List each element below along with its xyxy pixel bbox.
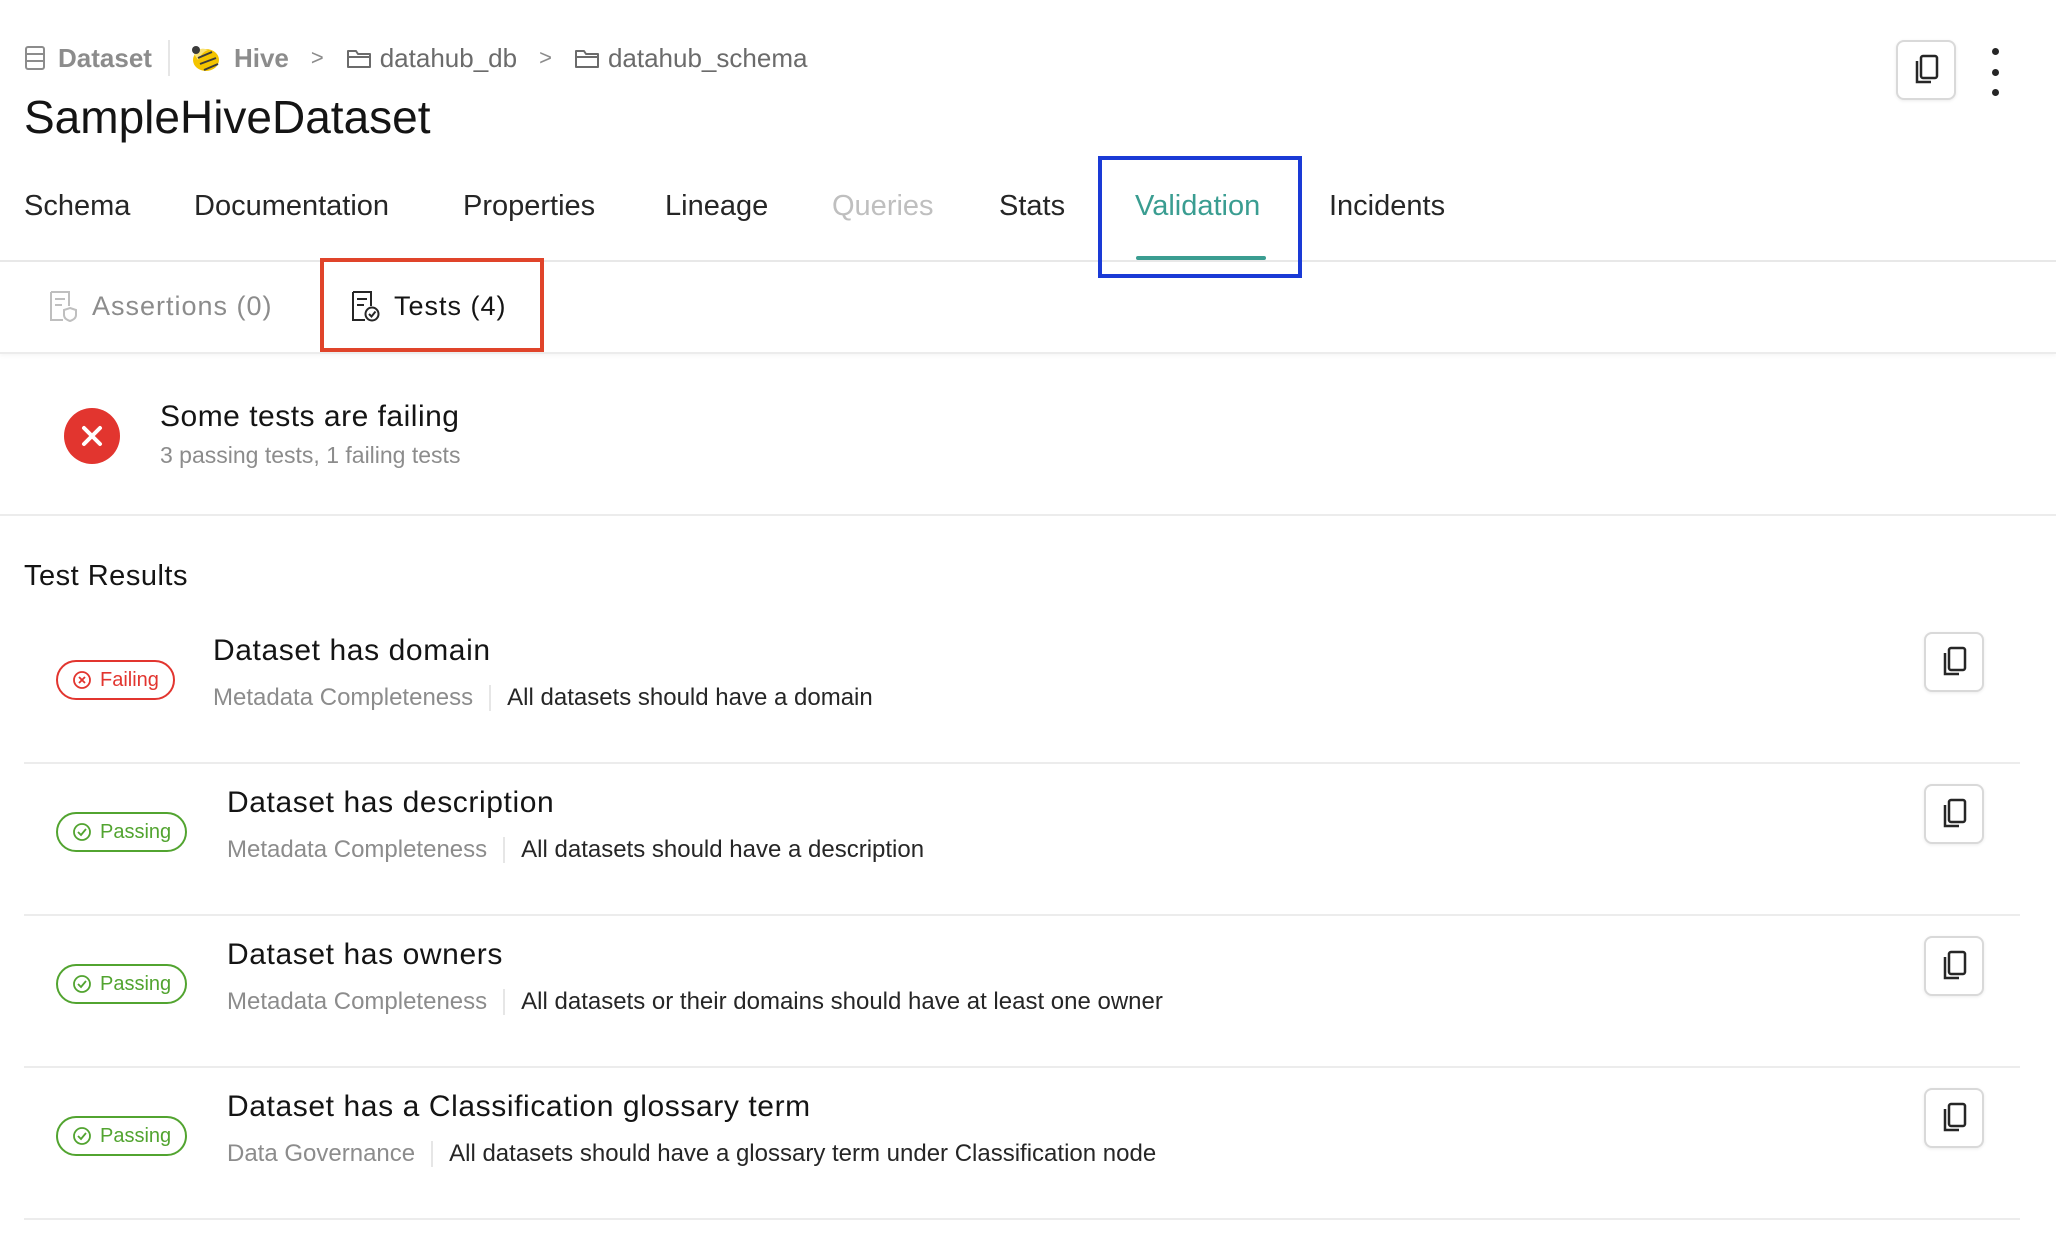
test-meta: Data Governance All datasets should have…: [227, 1140, 1156, 1168]
tests-subtab-highlight: [320, 258, 544, 352]
breadcrumb-divider: [167, 40, 170, 76]
meta-divider: [503, 989, 506, 1015]
summary-title: Some tests are failing: [160, 400, 460, 433]
kebab-menu-icon[interactable]: [1980, 48, 2010, 96]
tab-schema[interactable]: Schema: [24, 190, 130, 223]
table-row: Failing Dataset has domain Metadata Comp…: [24, 612, 2020, 764]
hive-logo-icon: [186, 40, 222, 76]
entity-tabs: Schema Documentation Properties Lineage …: [0, 150, 2056, 262]
test-description: All datasets should have a description: [521, 836, 925, 863]
status-badge: Passing: [56, 1116, 188, 1156]
meta-divider: [431, 1141, 434, 1167]
platform-link[interactable]: Hive: [234, 43, 289, 74]
meta-divider: [489, 685, 492, 711]
tab-lineage[interactable]: Lineage: [665, 190, 768, 223]
copy-test-urn-button[interactable]: [1924, 784, 1984, 844]
status-badge: Passing: [56, 964, 188, 1004]
breadcrumb: Dataset Hive > datahub_db > datahub_sche…: [24, 40, 807, 76]
folder-icon: [346, 47, 372, 69]
table-row: Passing Dataset has owners Metadata Comp…: [24, 916, 2020, 1068]
copy-icon: [1940, 646, 1968, 678]
x-circle-icon: [72, 670, 92, 690]
page-title: SampleHiveDataset: [24, 91, 431, 143]
summary-subtitle: 3 passing tests, 1 failing tests: [160, 442, 461, 468]
copy-icon: [1940, 1102, 1968, 1134]
test-name[interactable]: Dataset has description: [227, 786, 554, 820]
check-circle-icon: [72, 974, 92, 994]
copy-test-urn-button[interactable]: [1924, 936, 1984, 996]
copy-urn-button[interactable]: [1896, 40, 1956, 100]
test-description: All datasets should have a domain: [507, 684, 873, 711]
test-description: All datasets or their domains should hav…: [521, 988, 1163, 1015]
table-icon: [24, 45, 46, 71]
test-name[interactable]: Dataset has domain: [213, 634, 491, 668]
test-meta: Metadata Completeness All datasets shoul…: [227, 836, 924, 864]
check-circle-icon: [72, 1126, 92, 1146]
tab-queries: Queries: [832, 190, 934, 222]
breadcrumb-database[interactable]: datahub_db: [346, 43, 517, 74]
test-name[interactable]: Dataset has a Classification glossary te…: [227, 1090, 811, 1124]
copy-icon: [1940, 950, 1968, 982]
failing-status-icon: [64, 408, 120, 464]
status-badge: Passing: [56, 812, 188, 852]
entity-type-label: Dataset: [58, 42, 152, 73]
tab-properties[interactable]: Properties: [463, 190, 595, 223]
folder-icon: [574, 47, 600, 69]
test-meta: Metadata Completeness All datasets or th…: [227, 988, 1163, 1016]
validation-tab-highlight: [1098, 156, 1302, 278]
test-category: Data Governance: [227, 1140, 416, 1167]
tab-incidents[interactable]: Incidents: [1329, 190, 1445, 223]
copy-icon: [1912, 54, 1940, 86]
status-badge: Failing: [56, 660, 175, 700]
breadcrumb-schema[interactable]: datahub_schema: [574, 43, 807, 74]
tab-stats[interactable]: Stats: [999, 190, 1065, 223]
table-row: Passing Dataset has description Metadata…: [24, 764, 2020, 916]
subtab-assertions[interactable]: Assertions (0): [48, 290, 273, 322]
check-circle-icon: [72, 822, 92, 842]
copy-test-urn-button[interactable]: [1924, 1088, 1984, 1148]
breadcrumb-separator: >: [539, 45, 552, 70]
test-name[interactable]: Dataset has owners: [227, 938, 503, 972]
test-results-heading: Test Results: [24, 560, 188, 592]
copy-icon: [1940, 798, 1968, 830]
tab-documentation[interactable]: Documentation: [194, 190, 389, 223]
breadcrumb-separator: >: [310, 45, 324, 70]
test-summary: Some tests are failing 3 passing tests, …: [0, 354, 2056, 516]
test-meta: Metadata Completeness All datasets shoul…: [213, 684, 873, 712]
assertion-icon: [48, 290, 78, 322]
meta-divider: [503, 837, 506, 863]
test-description: All datasets should have a glossary term…: [449, 1140, 1157, 1167]
copy-test-urn-button[interactable]: [1924, 632, 1984, 692]
test-category: Metadata Completeness: [213, 684, 474, 711]
test-category: Metadata Completeness: [227, 988, 488, 1015]
table-row: Passing Dataset has a Classification glo…: [24, 1068, 2020, 1220]
test-category: Metadata Completeness: [227, 836, 488, 863]
validation-subtabs: Assertions (0) Tests (4): [0, 262, 2056, 354]
